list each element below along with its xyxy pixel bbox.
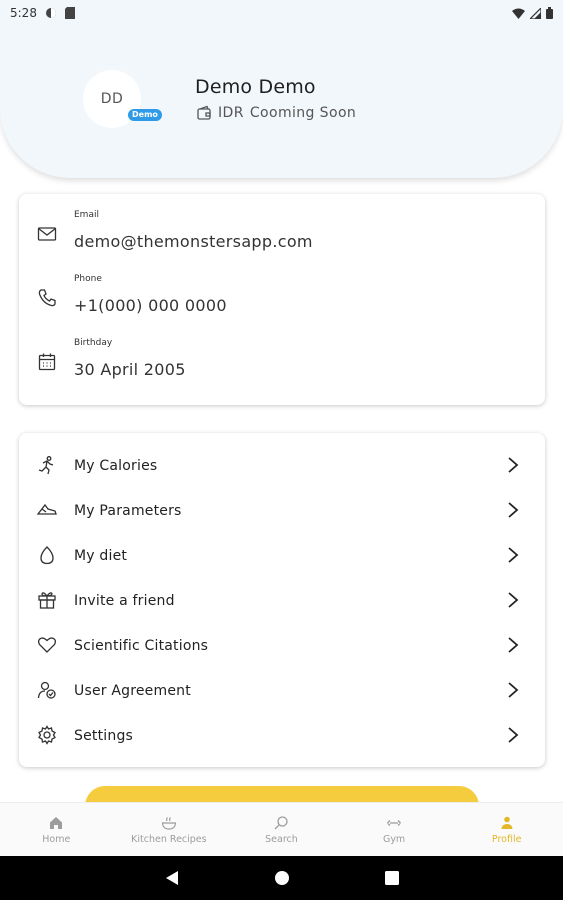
chevron-right-icon <box>508 727 519 743</box>
system-nav-bar <box>0 856 563 900</box>
birthday-label: Birthday <box>74 338 113 348</box>
menu-item-user-agreement[interactable]: User Agreement <box>19 668 545 713</box>
home-button-icon[interactable] <box>274 870 290 886</box>
email-label: Email <box>74 210 99 220</box>
phone-icon <box>38 289 56 307</box>
menu-label: Settings <box>74 727 134 744</box>
battery-icon <box>546 7 553 19</box>
tab-label: Kitchen Recipes <box>131 833 207 845</box>
profile-menu-card: My Calories My Parameters My diet Invite… <box>19 433 545 767</box>
menu-label: User Agreement <box>74 682 191 699</box>
chevron-right-icon <box>508 592 519 608</box>
menu-label: My Parameters <box>74 502 182 519</box>
chevron-right-icon <box>508 457 519 473</box>
sd-card-icon <box>64 7 75 19</box>
status-bar: 5:28 <box>0 0 563 26</box>
email-row: Email demo@themonstersapp.com <box>19 194 545 254</box>
currency-row: IDR Cooming Soon <box>196 105 356 121</box>
signal-icon <box>530 7 541 19</box>
mail-icon <box>37 227 57 241</box>
currency-status: Cooming Soon <box>249 105 357 121</box>
currency-code: IDR <box>218 105 244 121</box>
chevron-right-icon <box>508 682 519 698</box>
wallet-icon <box>197 105 211 120</box>
person-icon <box>501 816 513 829</box>
menu-item-settings[interactable]: Settings <box>19 713 545 758</box>
home-icon <box>50 816 63 829</box>
calendar-icon <box>38 353 56 371</box>
bottom-tab-bar: Home Kitchen Recipes Search Gym Profile <box>0 802 563 856</box>
menu-label: Scientific Citations <box>74 637 209 654</box>
dumbbell-icon <box>387 819 402 826</box>
tab-kitchen-recipes[interactable]: Kitchen Recipes <box>113 803 226 856</box>
menu-label: Invite a friend <box>74 592 175 609</box>
tab-label: Search <box>265 833 298 845</box>
user-agreement-icon <box>37 681 56 699</box>
profile-header: DD Demo Demo Demo IDR Cooming Soon <box>0 0 563 178</box>
bowl-icon <box>161 816 177 830</box>
contact-info-card: Email demo@themonstersapp.com Phone +1(0… <box>19 194 545 405</box>
search-icon <box>275 815 289 829</box>
tab-home[interactable]: Home <box>0 803 113 856</box>
gear-icon <box>38 725 56 745</box>
user-name: Demo Demo <box>195 76 316 98</box>
phone-row: Phone +1(000) 000 0000 <box>19 258 545 318</box>
tab-search[interactable]: Search <box>225 803 338 856</box>
status-time: 5:28 <box>10 6 37 20</box>
vpn-icon <box>45 8 56 18</box>
avatar-initials: DD <box>100 91 124 107</box>
menu-label: My diet <box>74 547 128 564</box>
phone-label: Phone <box>74 274 102 284</box>
shoe-icon <box>37 503 57 515</box>
wifi-icon <box>512 8 525 19</box>
menu-item-invite-friend[interactable]: Invite a friend <box>19 578 545 623</box>
tab-label: Profile <box>491 833 522 845</box>
birthday-value: 30 April 2005 <box>74 360 186 379</box>
heart-icon <box>37 637 57 653</box>
tab-gym[interactable]: Gym <box>338 803 451 856</box>
email-value: demo@themonstersapp.com <box>74 232 313 251</box>
back-icon[interactable] <box>165 870 179 886</box>
menu-item-my-diet[interactable]: My diet <box>19 533 545 578</box>
menu-item-my-parameters[interactable]: My Parameters <box>19 488 545 533</box>
menu-label: My Calories <box>74 457 158 474</box>
gift-icon <box>38 592 56 609</box>
running-person-icon <box>38 456 54 475</box>
chevron-right-icon <box>508 547 519 563</box>
menu-item-my-calories[interactable]: My Calories <box>19 443 545 488</box>
birthday-row: Birthday 30 April 2005 <box>19 322 545 382</box>
tab-label: Gym <box>382 833 406 845</box>
tab-label: Home <box>42 833 71 845</box>
phone-value: +1(000) 000 0000 <box>74 296 227 315</box>
egg-icon <box>40 546 54 565</box>
recents-icon[interactable] <box>384 871 399 885</box>
chevron-right-icon <box>508 502 519 518</box>
demo-badge: Demo <box>128 109 162 121</box>
tab-profile[interactable]: Profile <box>450 803 563 856</box>
menu-item-scientific-citations[interactable]: Scientific Citations <box>19 623 545 668</box>
chevron-right-icon <box>508 637 519 653</box>
